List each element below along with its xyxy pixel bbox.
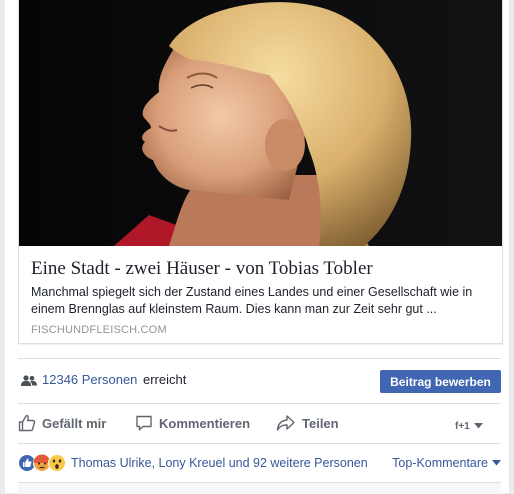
reactions-row: Thomas Ulrike, Lony Kreuel und 92 weiter… (18, 448, 501, 478)
post-as-selector[interactable]: f+1 (455, 414, 489, 438)
chevron-down-icon (473, 423, 483, 429)
like-reaction-icon (18, 454, 36, 472)
link-description: Manchmal spiegelt sich der Zustand eines… (31, 285, 473, 316)
reach-count-link[interactable]: 12346 Personen (42, 372, 137, 387)
like-button[interactable]: Gefällt mir (18, 411, 106, 435)
chevron-down-icon (492, 460, 501, 466)
comment-area-divider (18, 482, 501, 494)
page-avatar-badge: f+1 (455, 420, 470, 432)
angry-reaction-icon (33, 454, 51, 472)
link-preview-card[interactable]: Eine Stadt - zwei Häuser - von Tobias To… (18, 0, 503, 344)
preview-image[interactable] (19, 0, 502, 246)
share-label: Teilen (302, 415, 339, 431)
boost-post-button[interactable]: Beitrag bewerben (380, 370, 501, 393)
comment-button[interactable]: Kommentieren (135, 411, 250, 435)
reach-suffix: erreicht (143, 372, 187, 387)
share-icon (276, 415, 295, 431)
comment-label: Kommentieren (159, 415, 251, 431)
wow-reaction-icon (48, 454, 66, 472)
comment-icon (136, 415, 152, 431)
reach-row: 12346 Personen erreicht Beitrag bewerben (18, 358, 501, 404)
people-icon (21, 374, 37, 392)
share-button[interactable]: Teilen (276, 411, 339, 435)
action-bar: Gefällt mir Kommentieren Teilen f+1 (18, 403, 501, 444)
facebook-post: Eine Stadt - zwei Häuser - von Tobias To… (5, 0, 509, 494)
top-comments-dropdown[interactable]: Top-Kommentare (392, 456, 501, 470)
like-label: Gefällt mir (42, 415, 107, 431)
reaction-names-link[interactable]: Thomas Ulrike, Lony Kreuel und 92 weiter… (71, 456, 368, 470)
link-domain: FISCHUNDFLEISCH.COM (31, 324, 167, 336)
top-comments-label: Top-Kommentare (392, 456, 488, 470)
reaction-icons[interactable] (18, 454, 70, 472)
thumbs-up-icon (18, 414, 36, 432)
link-title[interactable]: Eine Stadt - zwei Häuser - von Tobias To… (31, 257, 491, 281)
